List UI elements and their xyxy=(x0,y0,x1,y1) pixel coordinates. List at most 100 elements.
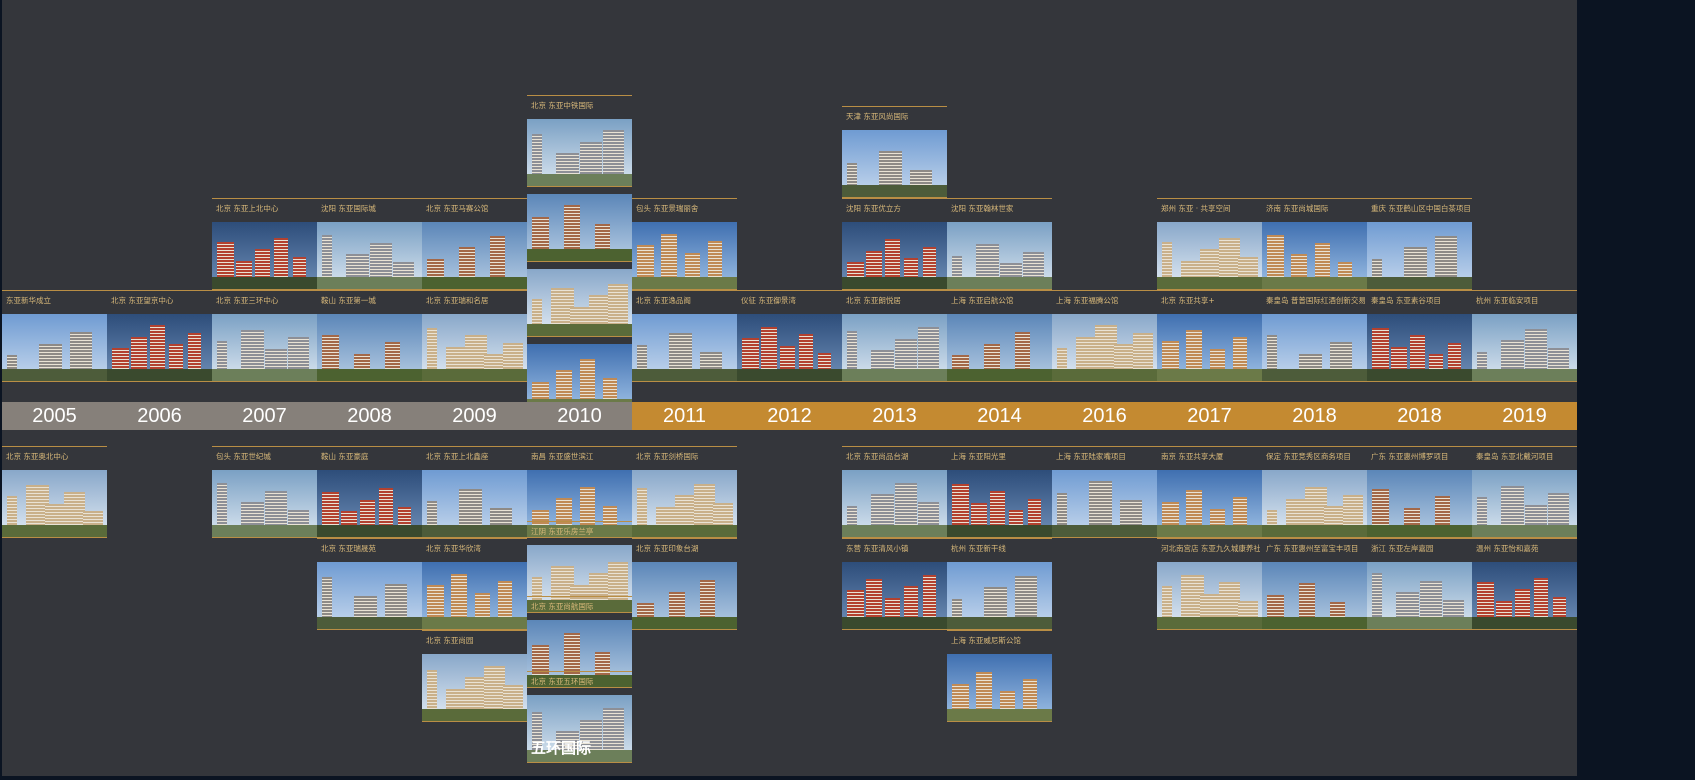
project-card[interactable]: 鞍山 东亚第一城 xyxy=(317,290,422,382)
project-card[interactable]: 济南 东亚尚城国际 xyxy=(1262,198,1367,290)
year-label[interactable]: 2008 xyxy=(317,402,422,430)
project-card[interactable]: 包头 东亚景瑞丽舍 xyxy=(632,198,737,290)
project-photo xyxy=(107,314,212,382)
project-photo xyxy=(632,222,737,290)
project-card[interactable]: 鞍山 东亚豪庭 xyxy=(317,446,422,538)
project-card[interactable]: 秦皇岛 东亚北戴河项目 xyxy=(1472,446,1577,538)
project-card[interactable]: 保定 东亚竞秀区商务项目 xyxy=(1262,446,1367,538)
project-card[interactable]: 广东 东亚惠州博罗项目 xyxy=(1367,446,1472,538)
year-label[interactable]: 2014 xyxy=(947,402,1052,430)
project-card[interactable]: 杭州 东亚临安项目 xyxy=(1472,290,1577,382)
year-column-2007: 北京 东亚三环中心 北京 东亚上北中心包头 东亚世纪城 2007 xyxy=(212,0,317,776)
project-label: 郑州 东亚 · 共享空间 xyxy=(1161,204,1231,213)
project-label: 北京 东亚上北中心 xyxy=(216,204,279,213)
project-card[interactable]: 浙江 东亚左岸嘉园 xyxy=(1367,538,1472,630)
project-card[interactable]: 北京 东亚共享+ xyxy=(1157,290,1262,382)
year-label[interactable]: 2012 xyxy=(737,402,842,430)
project-card[interactable]: 沈阳 东亚国际城 xyxy=(317,198,422,290)
project-label: 仪征 东亚御景湾 xyxy=(741,296,796,305)
year-label[interactable]: 2018 xyxy=(1262,402,1367,430)
year-label[interactable]: 2006 xyxy=(107,402,212,430)
divider xyxy=(1262,290,1367,291)
project-card[interactable]: 沈阳 东亚优立方 xyxy=(842,198,947,290)
project-card[interactable]: 东亚新华成立 xyxy=(2,290,107,382)
project-card[interactable]: 包头 东亚世纪城 xyxy=(212,446,317,538)
year-label[interactable]: 2005 xyxy=(2,402,107,430)
project-card[interactable]: 沈阳 东亚翰林世家 xyxy=(947,198,1052,290)
project-card[interactable]: 北京 东亚中铁国际 xyxy=(527,95,632,187)
divider xyxy=(317,538,422,539)
divider xyxy=(842,106,947,107)
project-card[interactable]: 北京 东亚瑞晟苑 xyxy=(317,538,422,630)
divider xyxy=(422,198,527,199)
project-card[interactable]: 北京 东亚马赛公馆 xyxy=(422,198,527,290)
project-label: 北京 东亚印象台湖 xyxy=(636,544,699,553)
year-column-2006: 北京 东亚望京中心 2006 xyxy=(107,0,212,776)
project-card[interactable]: 北京 东亚尚园 xyxy=(422,630,527,722)
project-card[interactable]: 仪征 东亚御景湾 xyxy=(737,290,842,382)
project-card[interactable]: 北京 东亚剑桥国际 xyxy=(632,446,737,538)
year-label[interactable]: 2013 xyxy=(842,402,947,430)
project-photo xyxy=(1472,314,1577,382)
project-card[interactable]: 北京 东亚上北鑫座 xyxy=(422,446,527,538)
year-column-2010: 东营 东亚丽景小镇南昌 东亚鹏阳 SOHO宿迁 东亚马赛公馆北京 东亚中铁国际南… xyxy=(527,0,632,776)
project-card[interactable]: 广东 东亚惠州至富宝丰项目 xyxy=(1262,538,1367,630)
year-label[interactable]: 2016 xyxy=(1052,402,1157,430)
project-card[interactable]: 上海 东亚阳光里 xyxy=(947,446,1052,538)
project-card[interactable]: 重庆 东亚鹤山区中国白茶项目 xyxy=(1367,198,1472,290)
divider xyxy=(632,290,737,291)
project-photo xyxy=(2,470,107,538)
year-label[interactable]: 2009 xyxy=(422,402,527,430)
year-label[interactable]: 2017 xyxy=(1157,402,1262,430)
project-card[interactable]: 北京 东亚望京中心 xyxy=(107,290,212,382)
project-label: 济南 东亚尚城国际 xyxy=(1266,204,1329,213)
project-card[interactable]: 北京 东亚三环中心 xyxy=(212,290,317,382)
project-card[interactable]: 郑州 东亚 · 共享空间 xyxy=(1157,198,1262,290)
year-label[interactable]: 2007 xyxy=(212,402,317,430)
divider xyxy=(1157,290,1262,291)
project-label: 北京 东亚剑桥国际 xyxy=(636,452,699,461)
project-card[interactable]: 上海 东亚威尼斯公馆 xyxy=(947,630,1052,722)
divider xyxy=(2,290,107,291)
year-label[interactable]: 2010 xyxy=(527,402,632,430)
project-photo xyxy=(1157,470,1262,538)
project-photo xyxy=(1052,314,1157,382)
divider xyxy=(1157,538,1262,539)
divider xyxy=(632,538,737,539)
project-card[interactable]: 秦皇岛 东亚素谷项目 xyxy=(1367,290,1472,382)
project-card[interactable]: 北京 东亚华欣湾 xyxy=(422,538,527,630)
project-card[interactable]: 北京 东亚印象台湖 xyxy=(632,538,737,630)
project-card[interactable]: 上海 东亚启航公馆 xyxy=(947,290,1052,382)
divider xyxy=(737,290,842,291)
project-card[interactable]: 上海 东亚陆家嘴项目 xyxy=(1052,446,1157,538)
project-label: 南京 东亚共享大厦 xyxy=(1161,452,1224,461)
year-column-2018: 秦皇岛 普普国际红酒创新交易中心济南 东亚尚城国际保定 东亚竞秀区商务项目广东 … xyxy=(1262,0,1367,776)
project-label: 保定 东亚竞秀区商务项目 xyxy=(1266,452,1351,461)
divider xyxy=(212,198,317,199)
project-label: 秦皇岛 普普国际红酒创新交易中心 xyxy=(1266,296,1365,305)
project-card[interactable]: 北京 东亚朗悦居 xyxy=(842,290,947,382)
project-card[interactable]: 北京 东亚奥北中心 xyxy=(2,446,107,538)
project-card[interactable]: 天津 东亚风尚国际 xyxy=(842,106,947,198)
year-label[interactable]: 2019 xyxy=(1472,402,1577,430)
project-card[interactable]: 北京 东亚逸品阁 xyxy=(632,290,737,382)
project-card[interactable]: 东营 东亚清风小镇 xyxy=(842,538,947,630)
year-label[interactable]: 2018 xyxy=(1367,402,1472,430)
project-card[interactable]: 上海 东亚福腾公馆 xyxy=(1052,290,1157,382)
project-card[interactable]: 秦皇岛 普普国际红酒创新交易中心 xyxy=(1262,290,1367,382)
project-card[interactable]: 温州 东亚怡和嘉苑 xyxy=(1472,538,1577,630)
year-column-2017: 北京 东亚共享+ 郑州 东亚 · 共享空间 南京 东亚共享大厦河北南宫店 东亚九久城… xyxy=(1157,0,1262,776)
divider xyxy=(842,446,947,447)
project-card[interactable]: 北京 东亚瑞和名居 xyxy=(422,290,527,382)
project-photo xyxy=(947,654,1052,722)
project-card[interactable]: 北京 东亚五环国际 五环国际 xyxy=(527,671,632,763)
project-photo xyxy=(527,194,632,262)
project-card[interactable]: 杭州 东亚新干线 xyxy=(947,538,1052,630)
project-card[interactable]: 南京 东亚共享大厦 xyxy=(1157,446,1262,538)
divider xyxy=(527,521,632,522)
year-label[interactable]: 2011 xyxy=(632,402,737,430)
project-card[interactable]: 河北南宫店 东亚九久城康养社区 xyxy=(1157,538,1262,630)
project-card[interactable]: 北京 东亚尚品台湖 xyxy=(842,446,947,538)
project-label: 鞍山 东亚第一城 xyxy=(321,296,376,305)
project-card[interactable]: 北京 东亚上北中心 xyxy=(212,198,317,290)
